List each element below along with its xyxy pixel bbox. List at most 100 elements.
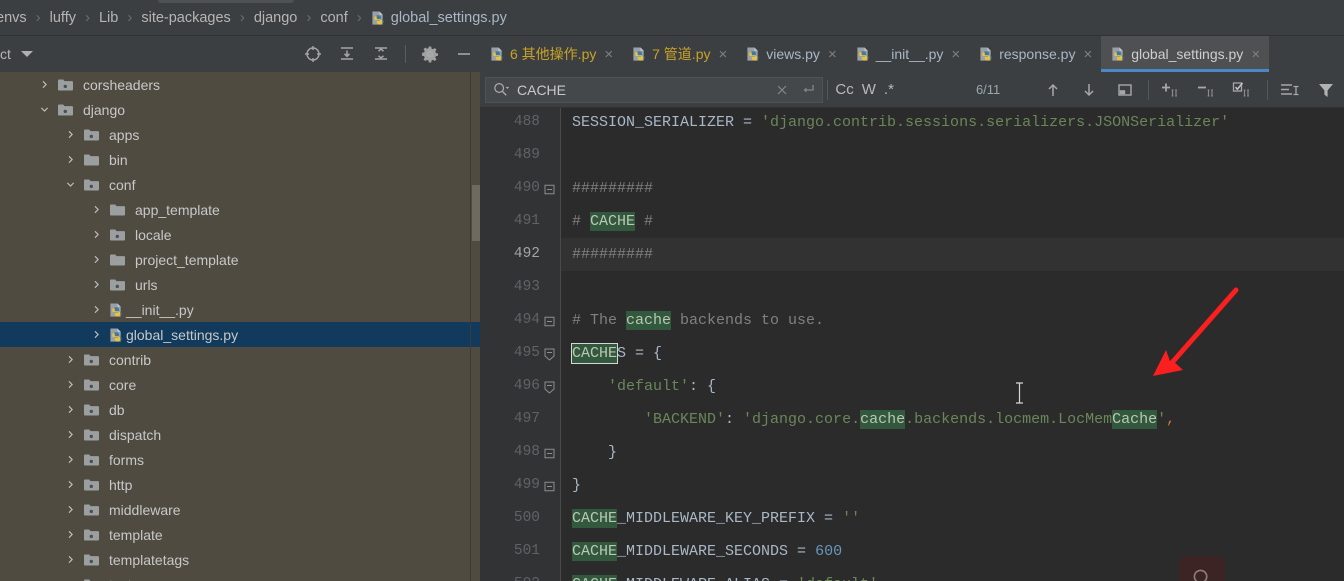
python-file-icon xyxy=(980,47,992,61)
code-line[interactable]: CACHES = { xyxy=(570,337,662,370)
code-line[interactable]: CACHE_MIDDLEWARE_KEY_PREFIX = '' xyxy=(572,502,860,535)
code-line[interactable]: ######### xyxy=(572,238,653,271)
code-token: # The xyxy=(572,312,627,329)
multiline-icon[interactable] xyxy=(800,82,816,98)
project-tree[interactable]: corsheaders django apps bin conf app_template… xyxy=(0,72,480,581)
tree-item-django[interactable]: django xyxy=(0,97,480,122)
select-all-occurrences-icon[interactable] xyxy=(1231,80,1253,100)
code-fold-marker[interactable] xyxy=(544,183,555,195)
code-line[interactable]: 'default': { xyxy=(572,370,716,403)
line-number: 490 xyxy=(513,180,540,196)
tree-item-core[interactable]: core xyxy=(0,372,480,397)
preserve-case-icon[interactable] xyxy=(1278,80,1300,100)
close-icon[interactable] xyxy=(775,83,789,97)
code-fold-marker[interactable] xyxy=(544,348,555,361)
code-fold-marker[interactable] xyxy=(544,315,555,327)
tree-item-middleware[interactable]: middleware xyxy=(0,497,480,522)
settings-gear-icon[interactable] xyxy=(420,44,440,64)
minimize-icon[interactable] xyxy=(454,44,474,64)
code-editor[interactable]: 488 SESSION_SERIALIZER = 'django.contrib.… xyxy=(480,108,1344,581)
tree-item--init-py[interactable]: __init__.py xyxy=(0,297,480,322)
code-fold-marker[interactable] xyxy=(544,381,555,394)
code-token: ######### xyxy=(572,180,654,197)
tree-item-apps[interactable]: apps xyxy=(0,122,480,147)
editor-tab-label: response.py xyxy=(999,46,1076,62)
editor-tab[interactable]: views.py × xyxy=(736,36,845,72)
editor-tab[interactable]: global_settings.py × xyxy=(1101,36,1270,72)
tree-item-dispatch[interactable]: dispatch xyxy=(0,422,480,447)
tree-item-urls[interactable]: urls xyxy=(0,272,480,297)
filter-icon[interactable] xyxy=(1316,80,1336,100)
tree-item-test[interactable]: test xyxy=(0,572,480,581)
tree-item-conf[interactable]: conf xyxy=(0,172,480,197)
package-folder-icon xyxy=(84,354,99,365)
tree-item-contrib[interactable]: contrib xyxy=(0,347,480,372)
close-icon[interactable]: × xyxy=(718,47,727,62)
code-fold-marker[interactable] xyxy=(544,480,555,492)
close-icon[interactable]: × xyxy=(951,47,960,62)
breadcrumb-item[interactable]: luffy xyxy=(50,10,76,26)
tree-item-bin[interactable]: bin xyxy=(0,147,480,172)
breadcrumb-separator: › xyxy=(127,9,133,26)
code-line[interactable]: SESSION_SERIALIZER = 'django.contrib.ses… xyxy=(572,108,1229,139)
code-line[interactable]: CACHE_MIDDLEWARE_ALIAS = 'default' xyxy=(572,568,878,581)
locate-target-icon[interactable] xyxy=(303,44,323,64)
open-in-panel-icon[interactable] xyxy=(1116,81,1134,99)
match-case-toggle[interactable]: Cc xyxy=(831,81,857,98)
close-icon[interactable]: × xyxy=(1251,47,1260,62)
breadcrumb-item[interactable]: envs xyxy=(0,10,27,26)
package-folder-icon xyxy=(110,279,125,290)
find-input[interactable]: CACHE xyxy=(485,76,823,103)
code-line[interactable]: # CACHE # xyxy=(572,205,653,238)
breadcrumb-item[interactable]: global_settings.py xyxy=(371,10,507,26)
code-line[interactable]: CACHE_MIDDLEWARE_SECONDS = 600 xyxy=(572,535,842,568)
arrow-down-icon[interactable] xyxy=(1080,81,1098,99)
floating-search-badge[interactable] xyxy=(1179,556,1225,581)
code-line[interactable]: # The cache backends to use. xyxy=(572,304,824,337)
breadcrumb-item[interactable]: conf xyxy=(320,10,347,26)
tree-item-label: test xyxy=(109,577,132,581)
whole-words-toggle[interactable]: W xyxy=(858,81,880,98)
tree-item-global-settings-py[interactable]: global_settings.py xyxy=(0,322,480,347)
code-line[interactable]: } xyxy=(572,469,581,502)
search-match: cache xyxy=(626,311,672,330)
close-icon[interactable]: × xyxy=(604,47,613,62)
tree-item-template[interactable]: template xyxy=(0,522,480,547)
find-query-text[interactable]: CACHE xyxy=(517,82,566,98)
line-number: 498 xyxy=(513,444,540,460)
code-line[interactable]: 'BACKEND': 'django.core.cache.backends.l… xyxy=(572,403,1175,436)
tree-item-locale[interactable]: locale xyxy=(0,222,480,247)
tree-item-db[interactable]: db xyxy=(0,397,480,422)
editor-tab[interactable]: response.py × xyxy=(969,36,1101,72)
code-line[interactable]: } xyxy=(572,436,617,469)
regex-toggle[interactable]: .* xyxy=(880,81,898,98)
tree-item-templatetags[interactable]: templatetags xyxy=(0,547,480,572)
collapse-all-icon[interactable] xyxy=(371,44,391,64)
close-icon[interactable]: × xyxy=(1083,47,1092,62)
code-fold-marker[interactable] xyxy=(544,447,555,459)
arrow-up-icon[interactable] xyxy=(1044,81,1062,99)
close-icon[interactable]: × xyxy=(828,47,837,62)
editor-tab[interactable]: 6 其他操作.py × xyxy=(480,36,622,72)
search-icon[interactable] xyxy=(492,81,510,98)
chevron-down-icon[interactable] xyxy=(20,51,33,57)
breadcrumb-item-label: global_settings.py xyxy=(390,9,507,26)
expand-all-icon[interactable] xyxy=(337,44,357,64)
breadcrumb-item[interactable]: Lib xyxy=(99,10,118,26)
chevron-right-icon xyxy=(68,155,73,164)
remove-occurrence-icon[interactable] xyxy=(1195,80,1217,100)
editor-tab[interactable]: __init__.py × xyxy=(846,36,969,72)
add-occurrence-icon[interactable] xyxy=(1159,80,1181,100)
tree-item-forms[interactable]: forms xyxy=(0,447,480,472)
tree-item-corsheaders[interactable]: corsheaders xyxy=(0,72,480,97)
editor-tab[interactable]: 7 管道.py × xyxy=(622,36,736,72)
tree-item-project-template[interactable]: project_template xyxy=(0,247,480,272)
breadcrumb-separator: › xyxy=(35,9,41,26)
code-token: : xyxy=(725,411,744,428)
breadcrumb-item[interactable]: django xyxy=(254,10,298,26)
breadcrumb-item[interactable]: site-packages xyxy=(141,10,230,26)
tree-item-http[interactable]: http xyxy=(0,472,480,497)
tree-item-app-template[interactable]: app_template xyxy=(0,197,480,222)
code-line[interactable]: ######### xyxy=(572,172,653,205)
